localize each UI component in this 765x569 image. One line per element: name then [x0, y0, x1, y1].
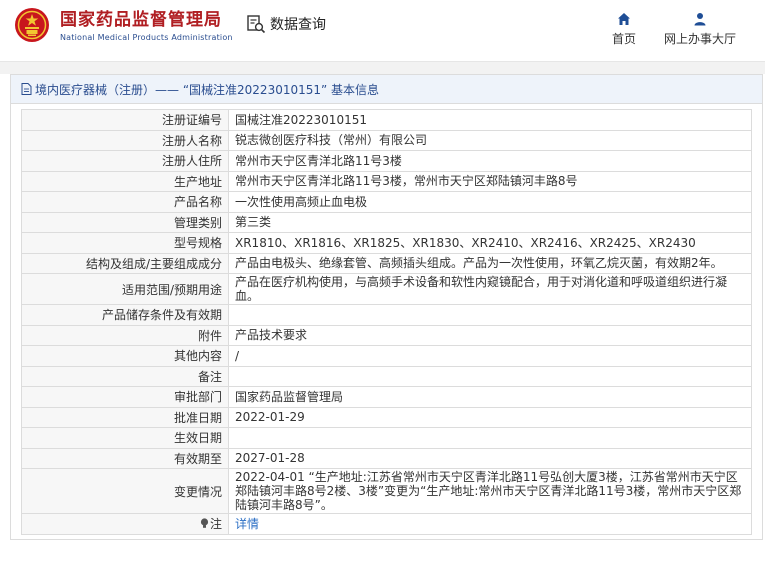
- row-value: 一次性使用高频止血电极: [228, 191, 752, 213]
- row-label: 备注: [21, 365, 229, 387]
- row-value: 锐志微创医疗科技（常州）有限公司: [228, 129, 752, 151]
- table-row: 产品名称 一次性使用高频止血电极: [21, 191, 752, 213]
- table-row: 注册人住所 常州市天宁区青洋北路11号3楼: [21, 150, 752, 172]
- row-value: 产品技术要求: [228, 324, 752, 346]
- home-icon: [618, 13, 630, 25]
- table-row: 批准日期 2022-01-29: [21, 406, 752, 428]
- note-label: 注: [209, 517, 222, 532]
- table-row: 产品储存条件及有效期: [21, 304, 752, 326]
- user-icon: [694, 13, 706, 26]
- header-divider-band: [0, 62, 765, 74]
- nav-home-label: 首页: [611, 32, 636, 46]
- row-label: 生效日期: [21, 427, 229, 449]
- table-row: 生效日期: [21, 427, 752, 449]
- panel-title-text: 境内医疗器械（注册）—— “国械注准20223010151” 基本信息: [35, 82, 380, 97]
- row-label: 产品储存条件及有效期: [21, 304, 229, 326]
- data-query-link[interactable]: 数据查询: [246, 14, 326, 34]
- brand[interactable]: 国家药品监督管理局 National Medical Products Admi…: [60, 10, 233, 42]
- row-value: XR1810、XR1816、XR1825、XR1830、XR2410、XR241…: [228, 232, 752, 254]
- table-row: 有效期至 2027-01-28: [21, 447, 752, 469]
- row-label: 注册人住所: [21, 150, 229, 172]
- details-link[interactable]: 详情: [235, 517, 259, 531]
- table-row: 管理类别 第三类: [21, 211, 752, 233]
- detail-panel: 境内医疗器械（注册）—— “国械注准20223010151” 基本信息 注册证编…: [10, 74, 763, 540]
- nav-home[interactable]: 首页: [608, 12, 640, 47]
- table-row: 生产地址 常州市天宁区青洋北路11号3楼，常州市天宁区郑陆镇河丰路8号: [21, 170, 752, 192]
- table-row: 备注: [21, 365, 752, 387]
- table-row: 审批部门 国家药品监督管理局: [21, 386, 752, 408]
- row-value: 2022-01-29: [228, 406, 752, 428]
- row-label: 产品名称: [21, 191, 229, 213]
- national-emblem-icon[interactable]: [14, 7, 50, 43]
- row-label: 其他内容: [21, 345, 229, 367]
- table-row: 附件 产品技术要求: [21, 324, 752, 346]
- table-row: 注册人名称 锐志微创医疗科技（常州）有限公司: [21, 129, 752, 151]
- row-label: 注册证编号: [21, 109, 229, 131]
- panel-title: 境内医疗器械（注册）—— “国械注准20223010151” 基本信息: [11, 75, 762, 104]
- nav-online-service-label: 网上办事大厅: [663, 32, 736, 46]
- table-row: 型号规格 XR1810、XR1816、XR1825、XR1830、XR2410、…: [21, 232, 752, 254]
- brand-name-cn: 国家药品监督管理局: [60, 10, 222, 30]
- row-value: 2027-01-28: [228, 447, 752, 469]
- data-query-label: 数据查询: [270, 17, 326, 33]
- document-icon: [21, 83, 32, 95]
- table-row: 适用范围/预期用途 产品在医疗机构使用，与高频手术设备和软性内窥镜配合，用于对消…: [21, 273, 752, 305]
- table-row: 注册证编号 国械注准20223010151: [21, 109, 752, 131]
- row-label: 适用范围/预期用途: [21, 273, 229, 305]
- row-label: 批准日期: [21, 406, 229, 428]
- note-label-cell: 注: [21, 513, 229, 535]
- row-value: 第三类: [228, 211, 752, 233]
- row-value: [228, 365, 752, 387]
- table-row: 变更情况 2022-04-01 “生产地址:江苏省常州市天宁区青洋北路11号弘创…: [21, 468, 752, 514]
- row-value: 产品由电极头、绝缘套管、高频插头组成。产品为一次性使用，环氧乙烷灭菌，有效期2年…: [228, 252, 752, 274]
- row-value: 详情: [228, 513, 752, 535]
- site-header: 国家药品监督管理局 National Medical Products Admi…: [0, 0, 765, 62]
- document-search-icon: [247, 15, 266, 34]
- row-label: 生产地址: [21, 170, 229, 192]
- detail-table: 注册证编号 国械注准20223010151 注册人名称 锐志微创医疗科技（常州）…: [21, 109, 752, 535]
- row-label: 附件: [21, 324, 229, 346]
- table-row: 结构及组成/主要组成成分 产品由电极头、绝缘套管、高频插头组成。产品为一次性使用…: [21, 252, 752, 274]
- row-value: /: [228, 345, 752, 367]
- row-label: 型号规格: [21, 232, 229, 254]
- row-label: 有效期至: [21, 447, 229, 469]
- table-row: 其他内容 /: [21, 345, 752, 367]
- row-value: 国家药品监督管理局: [228, 386, 752, 408]
- brand-name-en: National Medical Products Administration: [60, 33, 233, 42]
- row-value: 常州市天宁区青洋北路11号3楼: [228, 150, 752, 172]
- row-label: 注册人名称: [21, 129, 229, 151]
- row-label: 管理类别: [21, 211, 229, 233]
- row-value: 国械注准20223010151: [228, 109, 752, 131]
- row-value: [228, 427, 752, 449]
- row-label: 结构及组成/主要组成成分: [21, 252, 229, 274]
- row-value: [228, 304, 752, 326]
- table-row: 注 详情: [21, 513, 752, 535]
- lightbulb-icon: [200, 518, 209, 529]
- row-label: 审批部门: [21, 386, 229, 408]
- row-label: 变更情况: [21, 468, 229, 514]
- row-value: 2022-04-01 “生产地址:江苏省常州市天宁区青洋北路11号弘创大厦3楼，…: [228, 468, 752, 514]
- row-value: 常州市天宁区青洋北路11号3楼，常州市天宁区郑陆镇河丰路8号: [228, 170, 752, 192]
- nav-online-service[interactable]: 网上办事大厅: [658, 12, 742, 47]
- row-value: 产品在医疗机构使用，与高频手术设备和软性内窥镜配合，用于对消化道和呼吸道组织进行…: [228, 273, 752, 305]
